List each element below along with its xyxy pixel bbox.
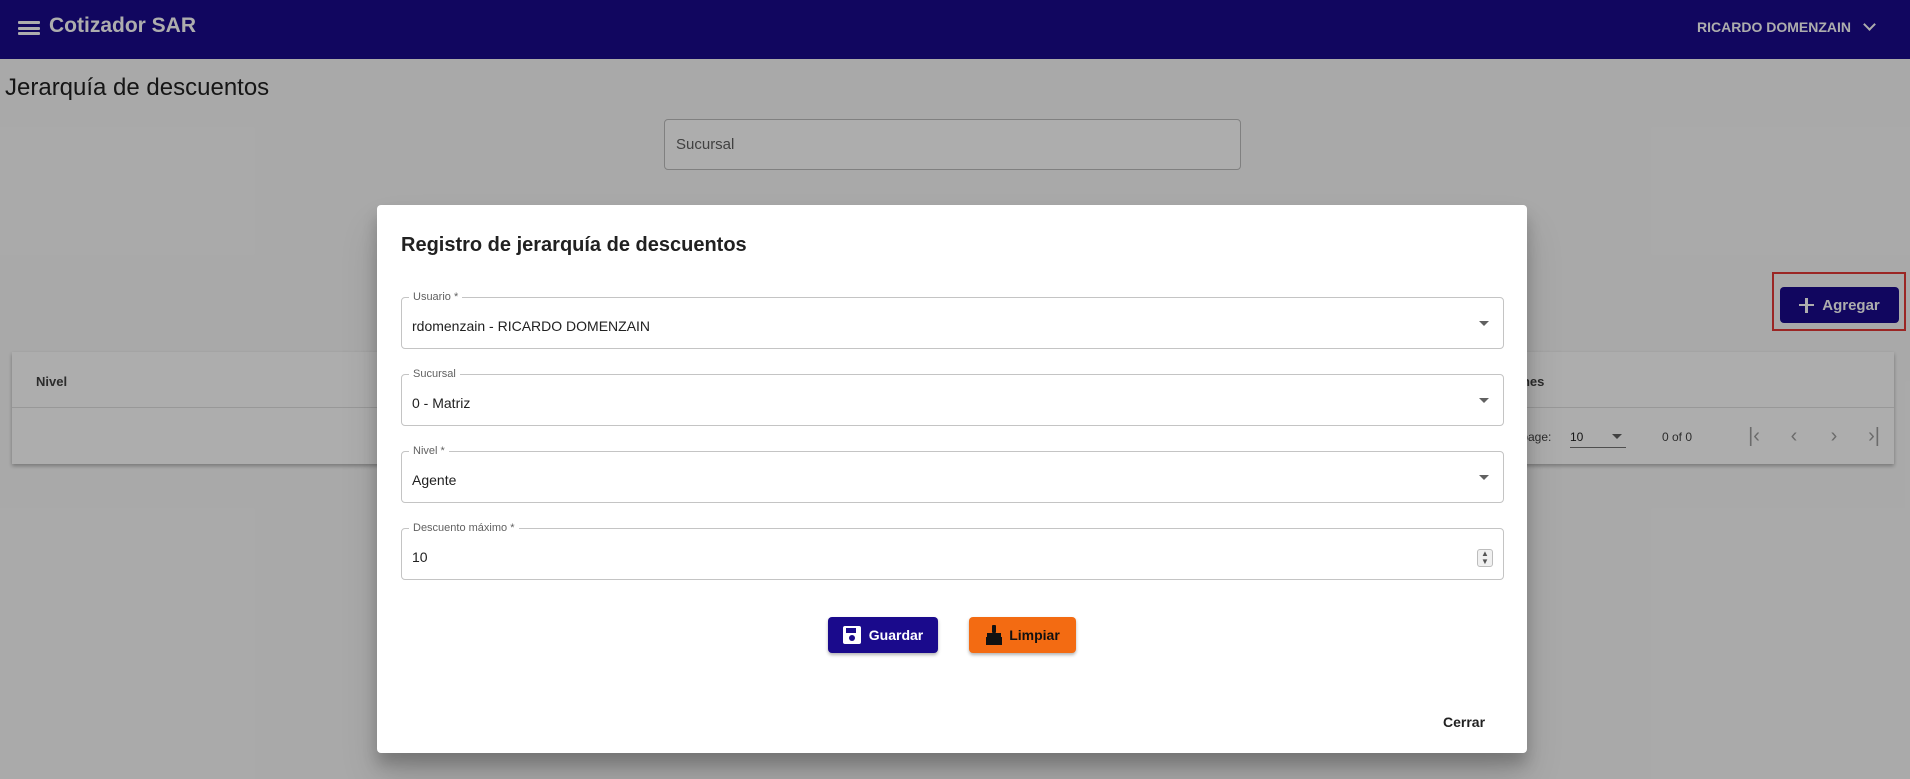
broom-icon	[985, 625, 1003, 645]
discount-hierarchy-dialog: Registro de jerarquía de descuentos Usua…	[377, 205, 1527, 753]
usuario-value: rdomenzain - RICARDO DOMENZAIN	[412, 318, 651, 334]
usuario-select[interactable]: Usuario * rdomenzain - RICARDO DOMENZAIN	[401, 291, 1504, 349]
clear-button-label: Limpiar	[1009, 627, 1060, 643]
number-spinner-icon[interactable]: ▲ ▼	[1477, 549, 1493, 567]
nivel-value: Agente	[412, 472, 457, 488]
clear-button[interactable]: Limpiar	[969, 617, 1076, 653]
dropdown-arrow-icon	[1479, 398, 1489, 403]
save-button[interactable]: Guardar	[828, 617, 938, 653]
dropdown-arrow-icon	[1479, 475, 1489, 480]
nivel-label: Nivel *	[409, 445, 449, 457]
descuento-maximo-value: 10	[412, 549, 428, 565]
nivel-select[interactable]: Nivel * Agente	[401, 445, 1504, 503]
close-button[interactable]: Cerrar	[1435, 710, 1493, 734]
dialog-title: Registro de jerarquía de descuentos	[401, 234, 747, 256]
usuario-label: Usuario *	[409, 291, 463, 303]
dropdown-arrow-icon	[1479, 321, 1489, 326]
sucursal-value: 0 - Matriz	[412, 395, 471, 411]
sucursal-label: Sucursal	[409, 368, 460, 380]
save-icon	[842, 626, 861, 644]
save-button-label: Guardar	[868, 627, 924, 643]
descuento-maximo-label: Descuento máximo *	[409, 522, 519, 534]
descuento-maximo-input[interactable]: Descuento máximo * 10 ▲ ▼	[401, 522, 1504, 580]
sucursal-select[interactable]: Sucursal 0 - Matriz	[401, 368, 1504, 426]
